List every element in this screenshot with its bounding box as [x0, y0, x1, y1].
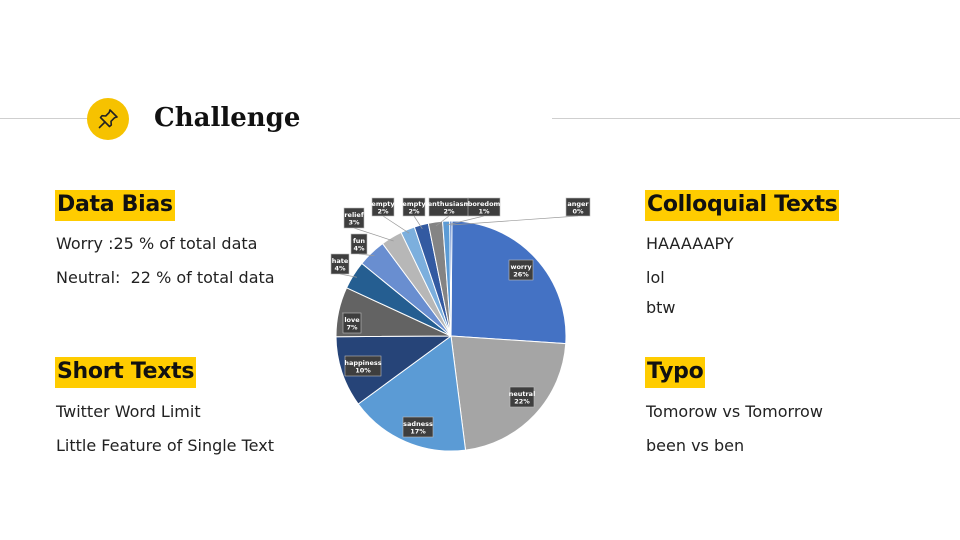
- pushpin-icon: [98, 109, 118, 129]
- leader-line-empty: [382, 215, 410, 234]
- data-label-worry: worry26%: [508, 259, 534, 281]
- header-rule-left: [0, 118, 88, 119]
- slice-percent-label: 2%: [443, 208, 455, 216]
- slice-percent-label: 26%: [513, 271, 529, 279]
- slice-percent-label: 17%: [410, 428, 426, 436]
- leader-line-anger: [450, 215, 579, 226]
- typo-line: Tomorow vs Tomorrow: [646, 402, 823, 421]
- data-bias-line: Neutral: 22 % of total data: [56, 268, 275, 287]
- data-label-neutral: neutral22%: [509, 386, 535, 408]
- slice-percent-label: 22%: [514, 398, 530, 406]
- header-rule-right: [552, 118, 960, 119]
- slice-percent-label: 2%: [408, 208, 420, 216]
- short-texts-line: Twitter Word Limit: [56, 402, 201, 421]
- data-label-happiness: happiness10%: [344, 355, 382, 377]
- data-bias-heading: Data Bias: [55, 190, 175, 221]
- slice-percent-label: 4%: [353, 245, 365, 253]
- data-bias-line: Worry :25 % of total data: [56, 234, 258, 253]
- slice-percent-label: 3%: [348, 219, 360, 227]
- data-label-sadness: sadness17%: [402, 416, 434, 438]
- data-label-hate: hate4%: [330, 253, 350, 275]
- slice-percent-label: 10%: [355, 367, 371, 375]
- typo-heading: Typo: [645, 357, 706, 388]
- slice-percent-label: 2%: [377, 208, 389, 216]
- pie-chart: worry26% neutral22% sadness17% happiness10%…: [330, 197, 591, 452]
- slice-percent-label: 0%: [572, 208, 584, 216]
- data-label-relief: relief3%: [343, 207, 365, 229]
- slice-percent-label: 7%: [346, 324, 358, 332]
- pushpin-badge: [87, 98, 129, 140]
- data-label-fun: fun4%: [350, 233, 368, 255]
- pie-slice-worry: [450, 220, 567, 345]
- data-label-love: love7%: [342, 312, 362, 334]
- colloquial-line: HAAAAAPY: [646, 234, 734, 253]
- data-label-boredom: boredom1%: [468, 197, 501, 217]
- colloquial-line: lol: [646, 268, 665, 287]
- slice-percent-label: 4%: [334, 265, 346, 273]
- data-label-empty: empty2%: [402, 197, 426, 217]
- colloquial-texts-heading: Colloquial Texts: [645, 190, 840, 221]
- colloquial-line: btw: [646, 298, 676, 317]
- data-label-enthusiasm: enthusiasm2%: [428, 197, 470, 217]
- typo-line: been vs ben: [646, 436, 745, 455]
- short-texts-heading: Short Texts: [55, 357, 197, 388]
- data-label-empty: empty2%: [371, 197, 395, 217]
- data-label-anger: anger0%: [565, 197, 591, 217]
- page-title: Challenge: [154, 103, 301, 133]
- short-texts-line: Little Feature of Single Text: [56, 436, 274, 455]
- slice-percent-label: 1%: [478, 208, 490, 216]
